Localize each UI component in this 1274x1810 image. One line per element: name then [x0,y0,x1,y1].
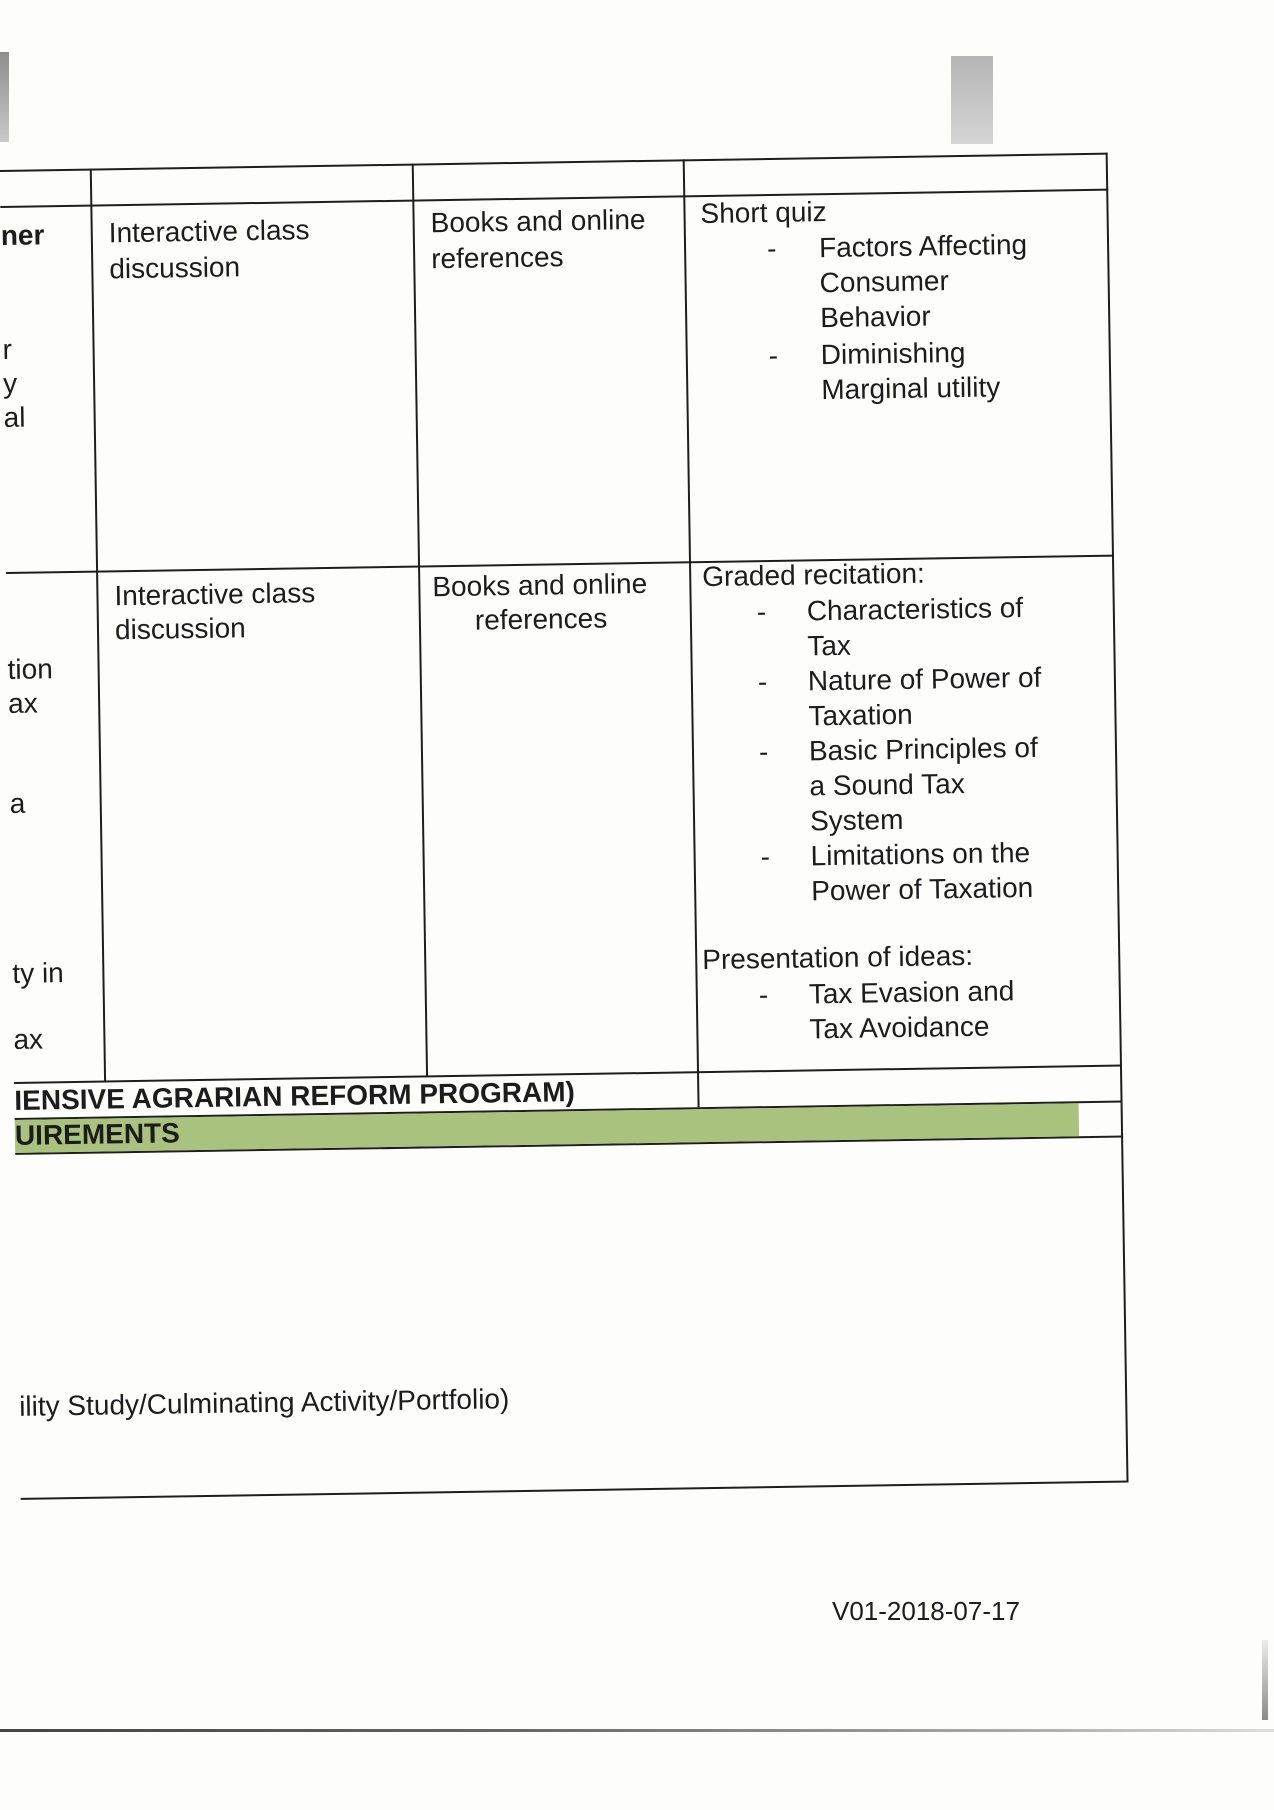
document-version: V01-2018-07-17 [832,1596,1020,1626]
row2-assessment-item-line: Tax Evasion and [808,975,1015,1010]
row2-assessment-item-line: Characteristics of [806,592,1024,627]
row1-resources-line: references [430,241,564,275]
document-page: ner r y al Interactive class discussion … [0,0,1274,1810]
column-divider-2 [411,163,429,1076]
table-right-border [1105,152,1129,1483]
row2-assessment-item-line: Nature of Power of [807,661,1042,697]
bullet-dash: - [768,339,779,371]
bullet-dash: - [756,596,767,628]
row2-method-line: discussion [114,612,246,646]
row2-assessment-item-line: System [809,803,904,837]
column-divider-3 [682,159,700,1108]
row1-assessment-heading: Short quiz [700,196,827,230]
row1-assessment-item-line: Behavior [819,300,931,334]
row1-resources-line: Books and online [430,203,646,239]
row2-assessment-item-line: Tax Avoidance [809,1010,990,1045]
row2-left-fragment: ty in [12,957,64,989]
row1-method-line: Interactive class [108,214,310,249]
row2-resources-line: references [474,602,608,636]
bullet-dash: - [758,979,769,1011]
row2-left-fragment: tion [7,653,54,685]
row1-assessment-item-line: Factors Affecting [818,228,1028,264]
row2-method-line: Interactive class [114,577,316,612]
row1-assessment-item-line: Consumer [819,265,950,299]
bullet-dash: - [758,736,769,768]
bullet-dash: - [757,666,768,698]
column-divider-1 [89,168,107,1081]
row1-left-fragment: r [2,333,13,366]
requirements-text: ility Study/Culminating Activity/Portfol… [18,1383,510,1422]
row2-left-fragment: a [9,787,26,819]
row2-assessment-item-line: Taxation [808,698,913,732]
bullet-dash: - [766,232,777,265]
row2-assessment-heading-2: Presentation of ideas: [702,939,974,976]
row2-assessment-item-line: a Sound Tax [809,767,965,802]
row2-assessment-item-line: Basic Principles of [808,731,1038,767]
row1-method-line: discussion [109,251,241,285]
row2-assessment-item-line: Power of Taxation [810,871,1034,907]
table-bottom-border [20,1480,1129,1500]
row2-resources-line: Books and online [432,567,648,603]
row1-assessment-item-line: Diminishing [820,336,966,371]
requirements-heading: UIREMENTS [14,1117,181,1151]
bullet-dash: - [760,841,771,873]
row2-left-fragment: ax [7,687,38,719]
row1-left-fragment: al [3,401,26,434]
row2-assessment-item-line: Tax [807,629,852,662]
row1-left-fragment: y [2,367,18,400]
table-top-border [0,152,1108,173]
row1-assessment-item-line: Marginal utility [821,371,1001,406]
row2-left-fragment: ax [13,1023,44,1055]
row2-assessment-heading: Graded recitation: [701,557,926,593]
row1-left-fragment: ner [0,219,45,252]
row2-assessment-item-line: Limitations on the [810,836,1031,872]
